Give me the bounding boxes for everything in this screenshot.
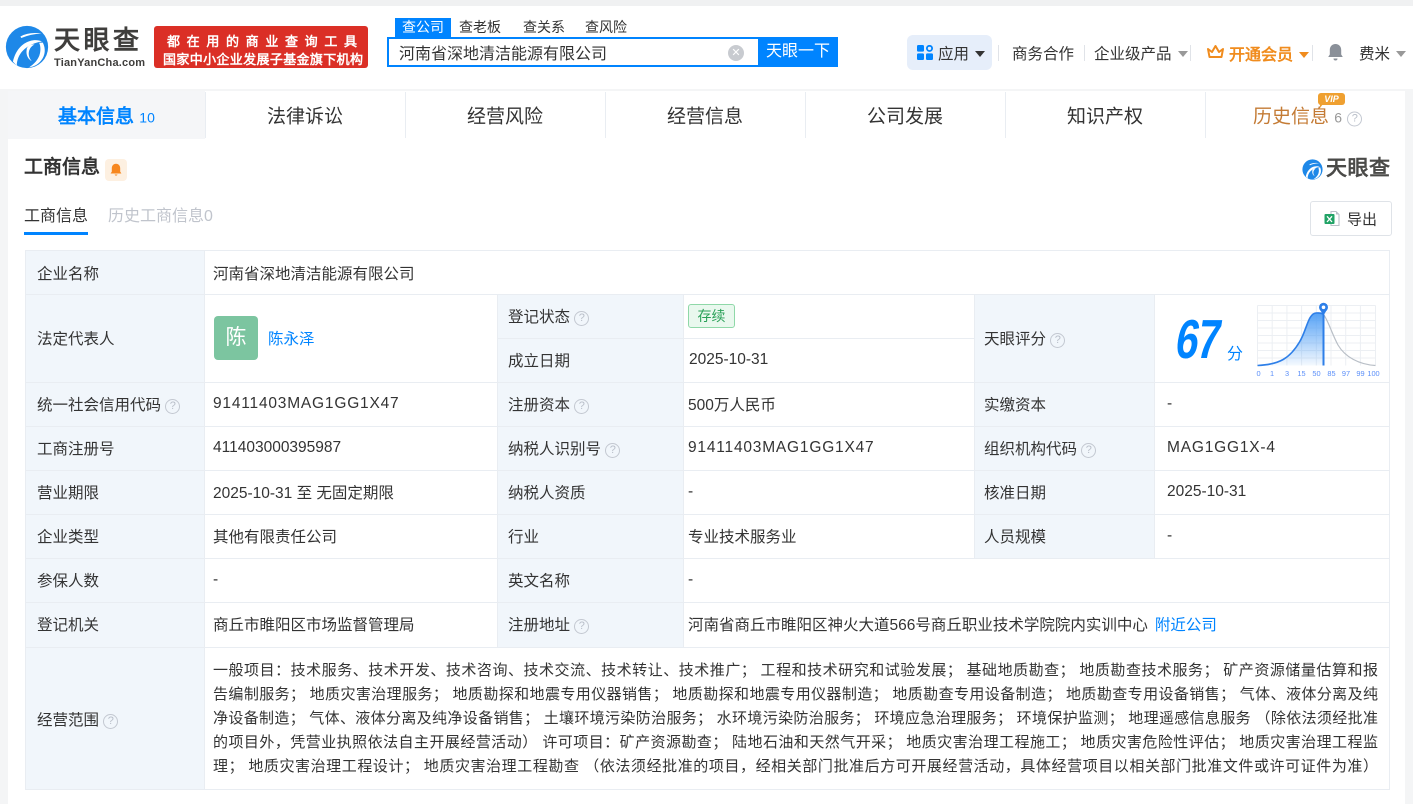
svg-text:3: 3 <box>1285 369 1289 378</box>
svg-text:99: 99 <box>1356 369 1364 378</box>
svg-text:50: 50 <box>1312 369 1320 378</box>
svg-text:97: 97 <box>1342 369 1350 378</box>
svg-text:0: 0 <box>1256 369 1260 378</box>
svg-text:85: 85 <box>1327 369 1335 378</box>
svg-text:100: 100 <box>1367 369 1379 378</box>
svg-text:15: 15 <box>1297 369 1305 378</box>
svg-text:1: 1 <box>1270 369 1274 378</box>
